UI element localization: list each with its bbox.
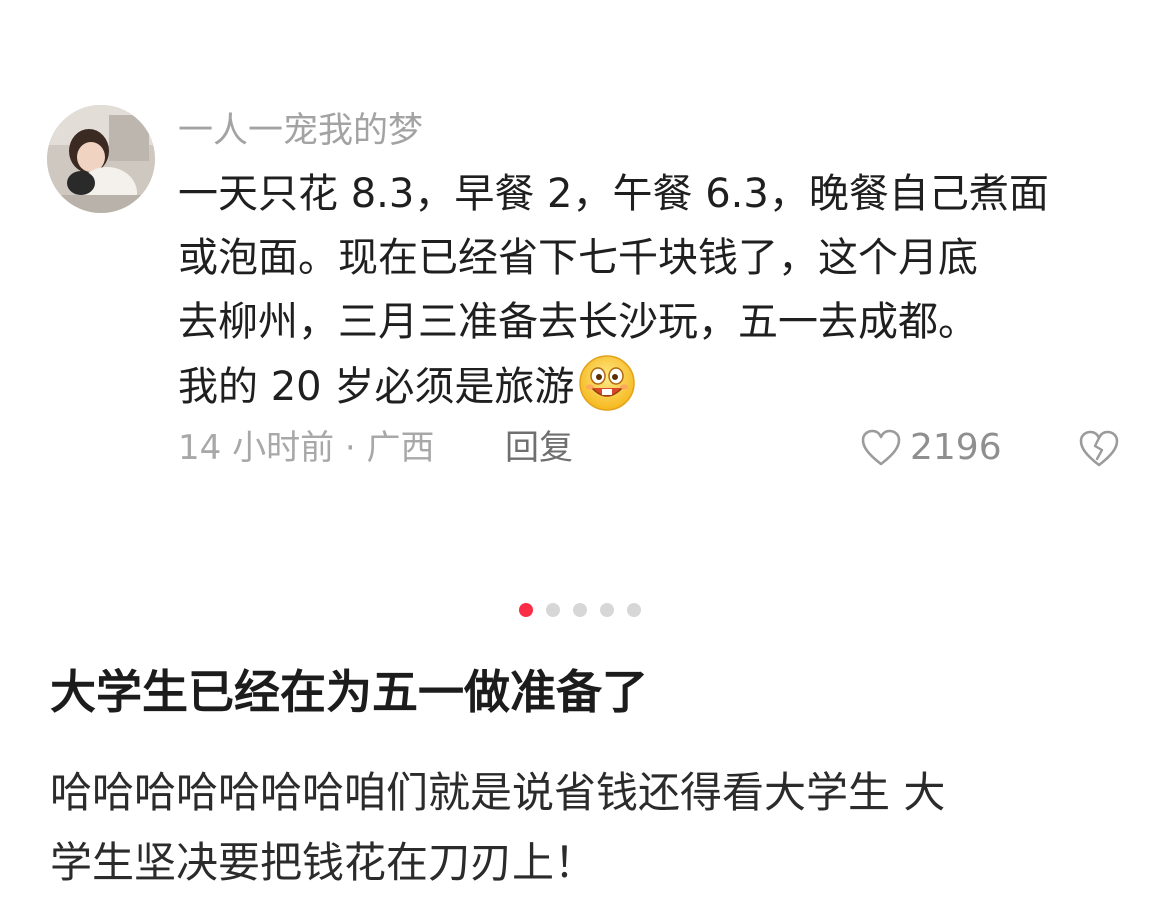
heart-outline-icon — [860, 428, 902, 468]
dislike-button[interactable] — [1078, 428, 1120, 470]
pager-dot[interactable] — [573, 603, 587, 617]
comment-text-line: 去柳州，三月三准备去长沙玩，五一去成都。 — [178, 299, 978, 345]
reply-button[interactable]: 回复 — [505, 424, 573, 472]
pager-dot-active[interactable] — [519, 603, 533, 617]
like-count: 2196 — [910, 427, 1002, 468]
post-body-line: 哈哈哈哈哈哈哈咱们就是说省钱还得看大学生 大 — [50, 768, 946, 817]
image-pager-dots — [519, 603, 641, 617]
comment-username[interactable]: 一人一宠我的梦 — [178, 108, 423, 154]
like-button[interactable]: 2196 — [860, 424, 1002, 472]
grinning-face-emoji-icon — [578, 354, 636, 412]
comment-text-line: 或泡面。现在已经省下七千块钱了，这个月底 — [178, 235, 978, 281]
post-title: 大学生已经在为五一做准备了 — [50, 665, 648, 719]
avatar[interactable] — [47, 105, 155, 213]
pager-dot[interactable] — [600, 603, 614, 617]
comment-text-line: 一天只花 8.3，早餐 2，午餐 6.3，晚餐自己煮面 — [178, 171, 1049, 217]
comment-text: 一天只花 8.3，早餐 2，午餐 6.3，晚餐自己煮面 或泡面。现在已经省下七千… — [178, 162, 1138, 419]
pager-dot[interactable] — [546, 603, 560, 617]
pager-dot[interactable] — [627, 603, 641, 617]
comment-text-line-content: 我的 20 岁必须是旅游 — [178, 364, 575, 410]
comment-card: 一人一宠我的梦 一天只花 8.3，早餐 2，午餐 6.3，晚餐自己煮面 或泡面。… — [0, 0, 1170, 520]
post-body: 哈哈哈哈哈哈哈咱们就是说省钱还得看大学生 大 学生坚决要把钱花在刀刃上！ — [50, 758, 1130, 897]
avatar-image — [47, 105, 155, 213]
screenshot-page: 一人一宠我的梦 一天只花 8.3，早餐 2，午餐 6.3，晚餐自己煮面 或泡面。… — [0, 0, 1170, 897]
post-body-line: 学生坚决要把钱花在刀刃上！ — [50, 838, 597, 887]
comment-time-location: 14 小时前 · 广西 — [178, 428, 435, 468]
broken-heart-icon — [1078, 428, 1120, 470]
comment-text-line-last: 我的 20 岁必须是旅游 — [178, 354, 1138, 419]
